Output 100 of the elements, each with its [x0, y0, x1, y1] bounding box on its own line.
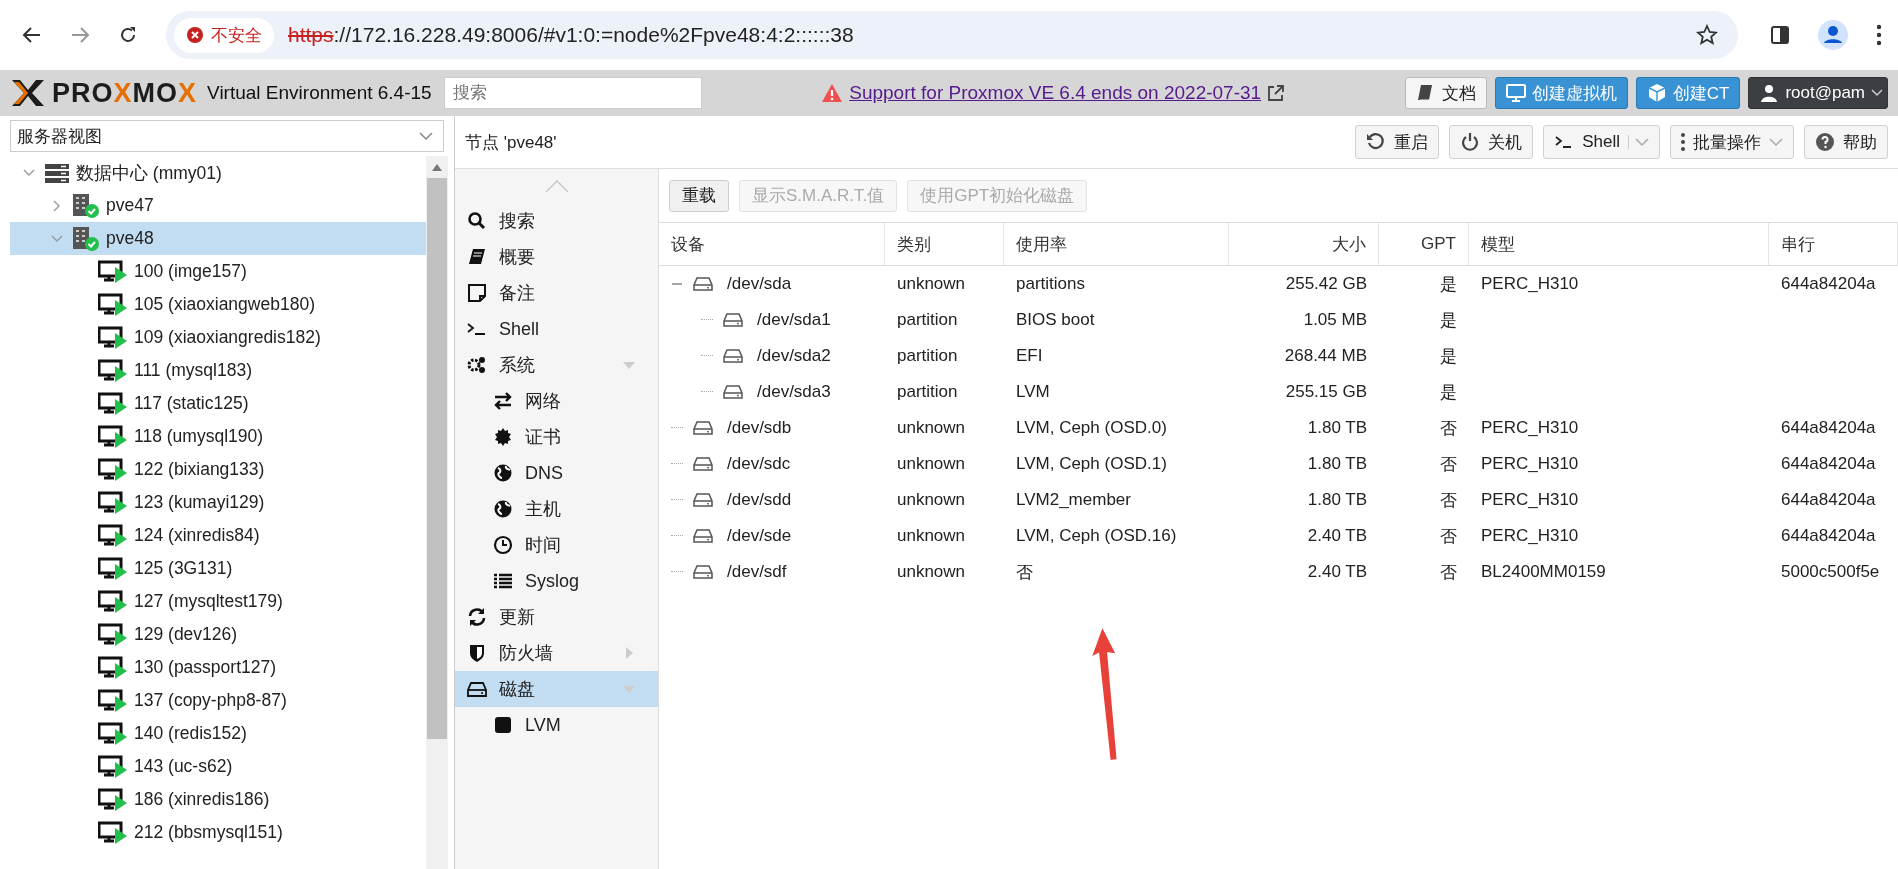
header-button[interactable]: 文档: [1404, 77, 1487, 109]
toolbar-button[interactable]: 重启: [1355, 125, 1440, 159]
tree-item[interactable]: 123 (kumayi129): [10, 486, 426, 519]
search-icon: [467, 211, 487, 231]
column-header[interactable]: GPT: [1379, 223, 1469, 265]
table-cell: /dev/sda1: [757, 310, 831, 330]
table-cell: /dev/sda3: [757, 382, 831, 402]
table-cell-text: 是: [1440, 345, 1457, 368]
nav-item[interactable]: 概要: [455, 239, 658, 275]
scroll-up-icon[interactable]: [431, 162, 443, 172]
column-header[interactable]: 类别: [885, 223, 1004, 265]
toolbar-button[interactable]: 关机: [1449, 125, 1534, 159]
table-cell: /dev/sde: [727, 526, 792, 546]
table-cell-text: 否: [1440, 561, 1457, 584]
security-badge[interactable]: 不安全: [174, 17, 274, 53]
tree-item[interactable]: 124 (xinredis84): [10, 519, 426, 552]
view-selector[interactable]: 服务器视图: [10, 120, 444, 152]
hard-drive-icon: [693, 528, 713, 544]
nav-item[interactable]: 备注: [455, 275, 658, 311]
forward-arrow-icon[interactable]: [70, 25, 90, 45]
toolbar-button[interactable]: 帮助: [1804, 125, 1888, 159]
tree-item[interactable]: 137 (copy-php8-87): [10, 684, 426, 717]
server-online-icon: [72, 192, 100, 219]
x-logo-icon: [10, 78, 46, 108]
table-cell: 644a84204a: [1781, 526, 1876, 546]
table-cell: partitions: [1016, 274, 1085, 294]
tree-item[interactable]: 186 (xinredis186): [10, 783, 426, 816]
nav-item[interactable]: LVM: [455, 707, 658, 743]
nav-item[interactable]: Syslog: [455, 563, 658, 599]
toolbar-button[interactable]: 批量操作: [1670, 125, 1794, 159]
search-field[interactable]: 搜索: [443, 77, 702, 109]
address-bar[interactable]: 不安全 https://172.16.228.49:8006/#v1:0:=node%2Fpve48:4:2::::::38: [166, 11, 1738, 59]
arrows-exchange-icon: [493, 391, 513, 411]
back-arrow-icon[interactable]: [22, 25, 42, 45]
column-header[interactable]: 大小: [1229, 223, 1379, 265]
tree-item[interactable]: 143 (uc-s62): [10, 750, 426, 783]
tree-item[interactable]: pve48: [10, 222, 426, 255]
nav-item[interactable]: 防火墙: [455, 635, 658, 671]
reload-icon[interactable]: [118, 25, 138, 45]
error-icon: [186, 26, 204, 44]
tree-item[interactable]: 数据中心 (mmy01): [10, 156, 426, 189]
column-header[interactable]: 设备: [659, 223, 885, 265]
nav-item[interactable]: 更新: [455, 599, 658, 635]
column-header[interactable]: 使用率: [1004, 223, 1229, 265]
column-header[interactable]: 模型: [1469, 223, 1769, 265]
tree-item[interactable]: 105 (xiaoxiangweb180): [10, 288, 426, 321]
help-icon: [1815, 132, 1835, 152]
dropdown-caret-icon[interactable]: [1628, 135, 1649, 149]
nav-item[interactable]: 时间: [455, 527, 658, 563]
tree-item[interactable]: 122 (bixiang133): [10, 453, 426, 486]
tree-item[interactable]: 111 (mysql183): [10, 354, 426, 387]
server-online-icon: [72, 225, 100, 252]
table-cell-text: 否: [1440, 417, 1457, 440]
nav-item[interactable]: Shell: [455, 311, 658, 347]
nav-item[interactable]: 主机: [455, 491, 658, 527]
nav-item[interactable]: DNS: [455, 455, 658, 491]
restart-icon: [1366, 132, 1387, 152]
view-selector-label: 服务器视图: [17, 125, 102, 148]
tree-item[interactable]: 100 (imge157): [10, 255, 426, 288]
support-link[interactable]: Support for Proxmox VE 6.4 ends on 2022-07-31: [849, 82, 1262, 104]
hard-drive-icon: [693, 420, 713, 436]
tree-item[interactable]: 130 (passport127): [10, 651, 426, 684]
tree-item[interactable]: 125 (3G131): [10, 552, 426, 585]
column-header[interactable]: 串行: [1769, 223, 1898, 265]
toolbar-button[interactable]: Shell: [1543, 125, 1660, 159]
server-rack-icon: [44, 161, 70, 184]
tree-item[interactable]: 129 (dev126): [10, 618, 426, 651]
nav-item[interactable]: 搜索: [455, 203, 658, 239]
table-cell: PERC_H310: [1481, 274, 1579, 294]
tree-item[interactable]: 118 (umysql190): [10, 420, 426, 453]
side-panel-icon[interactable]: [1770, 25, 1790, 45]
shield-icon: [467, 643, 487, 663]
table-cell: PERC_H310: [1481, 454, 1579, 474]
nav-item[interactable]: 网络: [455, 383, 658, 419]
table-cell: PERC_H310: [1481, 418, 1579, 438]
profile-avatar-icon[interactable]: [1818, 20, 1848, 50]
more-menu-icon[interactable]: [1876, 24, 1882, 46]
tree-item[interactable]: pve47: [10, 189, 426, 222]
tree-item[interactable]: 140 (redis152): [10, 717, 426, 750]
nav-item[interactable]: 系统: [455, 347, 658, 383]
scrollbar[interactable]: [426, 156, 448, 869]
url-text: https://172.16.228.49:8006/#v1:0:=node%2Fpve48:4:2::::::38: [288, 23, 854, 47]
tree-item[interactable]: 127 (mysqltest179): [10, 585, 426, 618]
tree-item[interactable]: 117 (static125): [10, 387, 426, 420]
tree-item[interactable]: 212 (bbsmysql151): [10, 816, 426, 849]
table-cell: 1.05 MB: [1303, 310, 1367, 330]
tree-item[interactable]: 109 (xiaoxiangredis182): [10, 321, 426, 354]
star-icon[interactable]: [1696, 24, 1718, 46]
nav-item[interactable]: 磁盘: [455, 671, 658, 707]
nav-item[interactable]: 证书: [455, 419, 658, 455]
table-cell: 1.80 TB: [1307, 490, 1367, 510]
table-cell-text: 否: [1440, 489, 1457, 512]
user-menu-button[interactable]: root@pam: [1748, 77, 1888, 109]
external-link-icon[interactable]: [1267, 84, 1286, 102]
dropdown-caret-icon[interactable]: [1769, 135, 1783, 149]
refresh-icon: [467, 607, 487, 627]
table-cell: 255.42 GB: [1285, 274, 1367, 294]
scrollbar-thumb[interactable]: [427, 178, 447, 739]
toolbar-button[interactable]: 重载: [669, 179, 729, 212]
globe-icon: [493, 499, 513, 519]
